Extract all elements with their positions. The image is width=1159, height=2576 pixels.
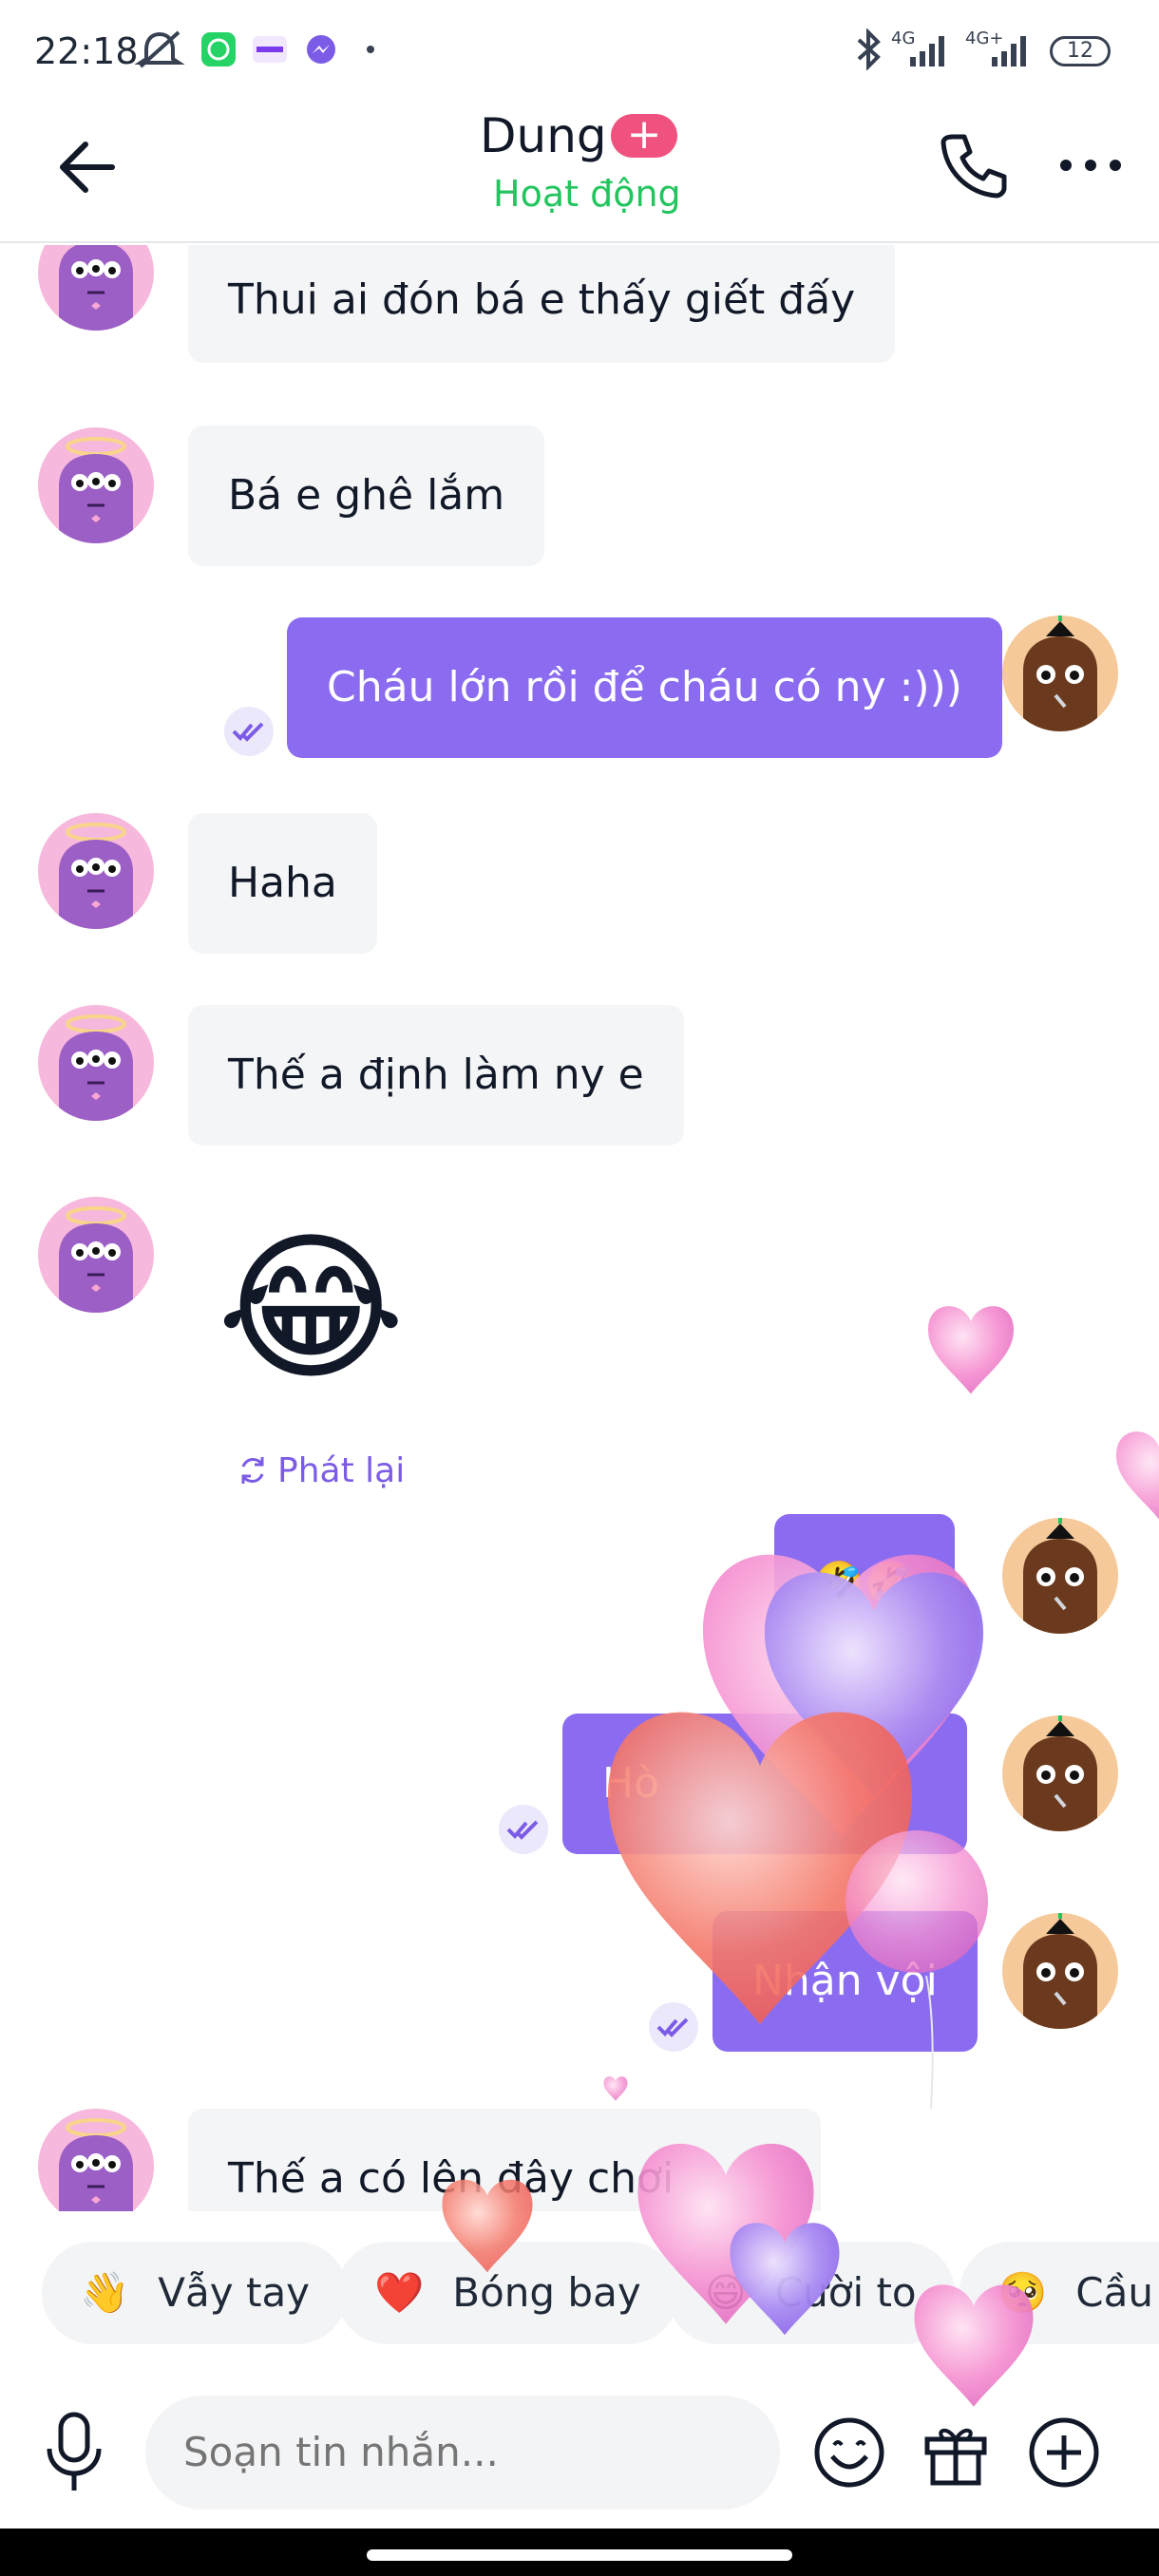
read-receipt <box>499 1805 548 1854</box>
quick-reply-laugh[interactable]: 😄 Cười to <box>667 2242 955 2344</box>
mic-icon[interactable] <box>36 2405 112 2500</box>
dot-icon <box>367 46 374 53</box>
quick-reply-wave[interactable]: 👋 Vẫy tay <box>42 2242 349 2344</box>
creature-avatar-icon <box>1023 1518 1097 1634</box>
gift-icon[interactable] <box>914 2411 998 2494</box>
read-receipt-icon <box>232 722 264 742</box>
contact-avatar[interactable] <box>38 813 154 929</box>
replay-icon <box>241 1457 264 1484</box>
monster-avatar-icon <box>59 823 133 929</box>
muted-bell-icon <box>134 30 185 68</box>
status-bar: 22:18 4G 4G+ 12 <box>0 0 1159 95</box>
bluetooth-icon <box>857 28 881 70</box>
outgoing-message[interactable]: Nhận vội <box>712 1911 978 2052</box>
back-arrow-icon[interactable] <box>49 129 125 205</box>
outgoing-message[interactable]: 🤣🤣 <box>774 1514 955 1655</box>
incoming-message[interactable]: Thế a có lên đây chơi <box>188 2109 821 2211</box>
read-receipt <box>224 707 274 756</box>
phone-icon[interactable] <box>936 127 1012 203</box>
read-receipt <box>649 2002 698 2052</box>
signal-2-icon <box>992 36 1026 66</box>
system-nav-bar <box>0 2529 1159 2576</box>
chat-header: Dung + Hoạt động <box>0 95 1159 243</box>
home-indicator[interactable] <box>367 2549 792 2561</box>
quick-reply-label: Cầu xin <box>1075 2269 1159 2316</box>
message-list[interactable]: Thui ai đón bá e thấy giết đấy Bá e ghê … <box>0 245 1159 2211</box>
add-icon[interactable] <box>1022 2411 1106 2494</box>
contact-avatar[interactable] <box>38 2109 154 2211</box>
badoo-icon <box>253 36 287 63</box>
status-time: 22:18 <box>34 30 139 72</box>
add-friend-badge[interactable]: + <box>611 114 677 158</box>
battery-indicator: 12 <box>1050 36 1111 66</box>
outgoing-message[interactable]: Hò <box>562 1714 967 1854</box>
emoji-icon[interactable] <box>808 2411 891 2494</box>
my-avatar[interactable] <box>1002 1715 1118 1831</box>
contact-name[interactable]: Dung <box>480 108 607 163</box>
composer <box>0 2375 1159 2527</box>
monster-avatar-icon <box>59 1206 133 1313</box>
messenger-icon <box>307 35 335 64</box>
replay-label: Phát lại <box>277 1451 406 1490</box>
pleading-icon: 🥺 <box>998 2269 1048 2316</box>
quick-reply-plead[interactable]: 🥺 Cầu xin <box>960 2242 1159 2344</box>
creature-avatar-icon <box>1023 1913 1097 2029</box>
quick-reply-label: Vẫy tay <box>158 2269 311 2316</box>
my-avatar[interactable] <box>1002 1913 1118 2029</box>
monster-avatar-icon <box>59 245 133 331</box>
contact-avatar[interactable] <box>38 1005 154 1121</box>
quick-reply-bar: 👋 Vẫy tay ❤️ Bóng bay 😄 Cười to 🥺 Cầu xin <box>0 2223 1159 2365</box>
read-receipt-icon <box>656 2017 689 2037</box>
monster-avatar-icon <box>59 1014 133 1121</box>
more-icon[interactable] <box>1053 127 1129 203</box>
creature-avatar-icon <box>1023 616 1097 731</box>
message-input[interactable] <box>145 2396 780 2510</box>
online-status: Hoạt động <box>493 173 681 215</box>
contact-avatar[interactable] <box>38 1197 154 1313</box>
contact-avatar[interactable] <box>38 245 154 331</box>
incoming-message[interactable]: Thế a định làm ny e <box>188 1005 684 1146</box>
wave-icon: 👋 <box>80 2269 130 2316</box>
signal-1-icon <box>910 36 944 66</box>
my-avatar[interactable] <box>1002 1518 1118 1634</box>
incoming-message[interactable]: Bá e ghê lắm <box>188 426 545 566</box>
contact-avatar[interactable] <box>38 427 154 543</box>
quick-reply-label: Cười to <box>774 2269 917 2316</box>
heart-icon: ❤️ <box>374 2269 425 2316</box>
monster-avatar-icon <box>59 2118 133 2211</box>
my-avatar[interactable] <box>1002 616 1118 731</box>
animated-emoji-message[interactable]: 😂 <box>217 1228 406 1390</box>
read-receipt-icon <box>506 1820 539 1840</box>
replay-button[interactable]: Phát lại <box>236 1451 405 1490</box>
laugh-icon: 😄 <box>705 2269 747 2316</box>
quick-reply-balloon[interactable]: ❤️ Bóng bay <box>336 2242 679 2344</box>
incoming-message[interactable]: Thui ai đón bá e thấy giết đấy <box>188 245 896 363</box>
monster-avatar-icon <box>59 437 133 543</box>
creature-avatar-icon <box>1023 1715 1097 1831</box>
quick-reply-label: Bóng bay <box>452 2269 641 2316</box>
outgoing-message[interactable]: Cháu lớn rồi để cháu có ny :))) <box>287 617 1002 758</box>
incoming-message[interactable]: Haha <box>188 813 377 954</box>
whatsapp-icon <box>201 32 236 66</box>
